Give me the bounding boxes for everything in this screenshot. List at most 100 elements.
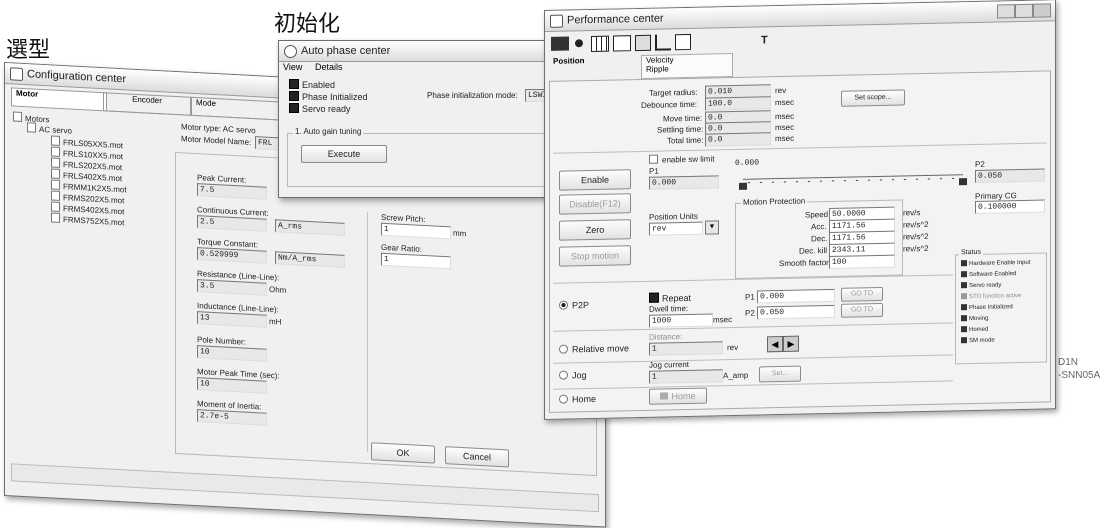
dot-icon[interactable] (575, 39, 583, 48)
stop-motion-button[interactable]: Stop motion (559, 245, 631, 267)
cancel-button[interactable]: Cancel (445, 446, 509, 468)
motion-protection-label: Motion Protection (741, 196, 808, 207)
zero-button[interactable]: Zero (559, 219, 631, 241)
distance-field[interactable]: 1 (649, 341, 723, 356)
tab-mode[interactable]: Mode (191, 96, 283, 121)
disable-button[interactable]: Disable(F12) (559, 193, 631, 215)
mech-group (367, 212, 369, 453)
clock-icon (284, 45, 297, 58)
radio-icon (559, 344, 568, 354)
position-units-select[interactable]: rev (649, 221, 703, 236)
check-enabled[interactable]: Enabled (289, 79, 335, 90)
dwell-field[interactable]: 1000 (649, 313, 713, 328)
jog-radio[interactable]: Jog (559, 370, 587, 381)
close-icon[interactable] (1033, 3, 1051, 18)
maximize-icon[interactable] (1015, 3, 1033, 19)
sw-limit-check[interactable]: enable sw limit (649, 153, 714, 165)
perf-titlebar: Performance center (545, 0, 1055, 32)
folder-icon (27, 122, 36, 133)
position-units-label: Position Units (649, 211, 698, 222)
primary-cg-field[interactable]: 0.100000 (975, 199, 1045, 214)
home-radio[interactable]: Home (559, 394, 596, 405)
checkbox-icon (649, 292, 659, 303)
tree-group[interactable]: AC servo (27, 122, 72, 136)
perf-toolbar (551, 31, 731, 53)
panel-icon[interactable] (675, 33, 691, 51)
relative-radio[interactable]: Relative move (559, 343, 629, 354)
check-phase-initialized[interactable]: Phase Initialized (289, 91, 368, 102)
p2p-radio[interactable]: P2P (559, 300, 589, 311)
p2-field: 0.050 (975, 168, 1045, 183)
perf-tab-velocity[interactable]: Velocity Ripple (641, 53, 733, 79)
jog-current-field[interactable]: 1 (649, 369, 723, 384)
perf-tab-position[interactable]: Position (549, 55, 639, 75)
debounce-field[interactable]: 100.0 (705, 96, 771, 111)
file-icon (51, 179, 60, 190)
distance-label: Distance: (649, 332, 683, 342)
enable-button[interactable]: Enable (559, 169, 631, 191)
caption-selection: 選型 (6, 38, 51, 63)
status-item-7: SM mode (961, 337, 995, 345)
disk-icon[interactable] (635, 34, 651, 52)
ok-button[interactable]: OK (371, 442, 435, 464)
radio-icon (559, 394, 568, 404)
menu-details[interactable]: Details (315, 62, 343, 72)
move-time-unit: msec (775, 111, 795, 122)
status-item-0: Hardware Enable Input (961, 259, 1030, 267)
slider-thumb-right[interactable] (959, 178, 967, 186)
p1-row-field[interactable]: 0.000 (757, 288, 835, 304)
config-title: Configuration center (27, 68, 127, 86)
led-icon (961, 304, 967, 311)
total-time-unit: msec (775, 133, 795, 144)
arrow-right-icon[interactable]: ▶ (783, 335, 799, 352)
target-radius-label: Target radius: (649, 87, 698, 98)
status-item-6: Homed (961, 326, 988, 334)
arrow-left-icon[interactable]: ◀ (767, 335, 783, 353)
grid-icon[interactable] (591, 35, 609, 53)
screw-unit: mm (453, 228, 467, 239)
chevron-down-icon[interactable]: ▼ (705, 220, 719, 235)
minimize-icon[interactable] (997, 4, 1015, 19)
model-code-label: D1N -SNN05A (1058, 357, 1101, 381)
total-time-label: Total time: (667, 135, 704, 146)
acc-unit: rev/s^2 (903, 219, 929, 230)
debounce-unit: msec (775, 97, 795, 108)
speed-label: Speed (805, 210, 829, 220)
p2-row-label: P2 (745, 308, 755, 318)
checkbox-icon (289, 79, 299, 89)
dwell-unit: msec (713, 315, 733, 325)
set-button[interactable]: Set... (759, 365, 801, 383)
slider-thumb-left[interactable] (739, 182, 747, 190)
file-icon (51, 201, 60, 212)
check-servo-ready[interactable]: Servo ready (289, 103, 351, 114)
tab-motor[interactable]: Motor (11, 87, 107, 111)
p1-row-label: P1 (745, 292, 755, 302)
graph-icon[interactable] (655, 34, 671, 51)
motor-model-label: Motor Model Name: (181, 134, 252, 147)
tab-encoder[interactable]: Encoder (103, 92, 191, 116)
menu-view[interactable]: View (283, 62, 302, 72)
jog-unit: A_amp (723, 370, 749, 381)
set-scope-button[interactable]: Set scope... (841, 89, 905, 107)
deckill-unit: rev/s^2 (903, 243, 929, 254)
motor-icon[interactable] (551, 36, 569, 51)
repeat-check[interactable]: Repeat (649, 292, 691, 304)
home-icon (660, 392, 669, 400)
p2-row-field[interactable]: 0.050 (757, 304, 835, 320)
smooth-label: Smooth factor (779, 258, 829, 269)
goto-p1-button[interactable]: GO TO (841, 286, 883, 302)
p1-label: P1 (649, 166, 659, 176)
led-icon (961, 282, 967, 289)
execute-button[interactable]: Execute (301, 145, 387, 163)
status-item-5: Moving (961, 315, 988, 323)
status-item-4: Phase Initialized (961, 303, 1013, 311)
status-item-1: Software Enabled (961, 270, 1016, 278)
file-icon (51, 190, 60, 201)
home-button[interactable]: Home (649, 387, 707, 405)
goto-p2-button[interactable]: GO TO (841, 302, 883, 318)
cursor-label: T (761, 34, 768, 47)
smooth-field[interactable]: 100 (829, 254, 895, 270)
led-icon (961, 337, 967, 344)
dec-label: Dec. (811, 234, 828, 244)
scope-icon[interactable] (613, 35, 631, 52)
